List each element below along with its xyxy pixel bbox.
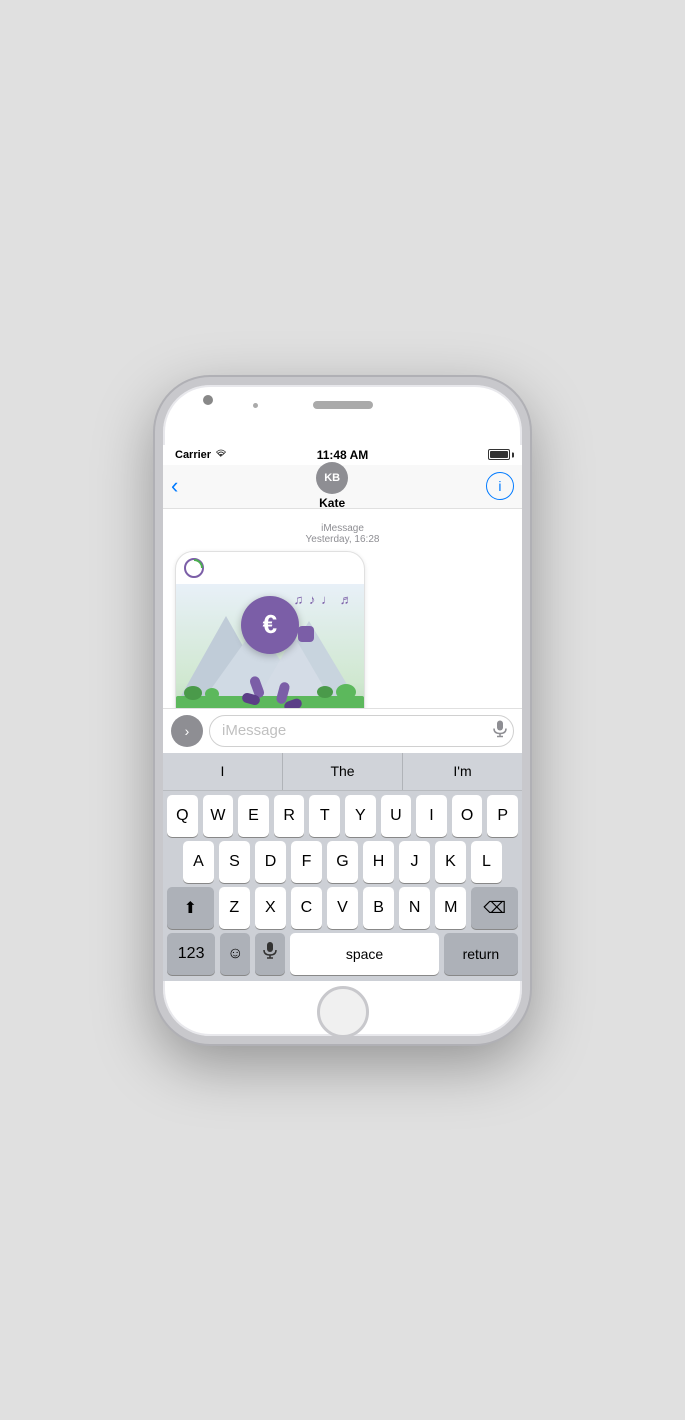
status-left: Carrier: [175, 449, 227, 461]
key-r[interactable]: R: [274, 795, 305, 837]
key-u[interactable]: U: [381, 795, 412, 837]
date-label: Yesterday, 16:28: [175, 534, 510, 545]
keyboard-row-1: Q W E R T Y U I O P: [163, 791, 522, 837]
autocomplete-item-0[interactable]: I: [163, 753, 283, 790]
contact-avatar: KB: [316, 462, 348, 494]
emoji-button[interactable]: ☺: [220, 933, 250, 975]
info-button[interactable]: i: [486, 472, 514, 500]
autocomplete-text-2: I'm: [453, 763, 471, 779]
phone-frame: Carrier 11:48 AM ‹: [155, 377, 530, 1044]
key-a[interactable]: A: [183, 841, 214, 883]
keyboard-row-2: A S D F G H J K L: [163, 837, 522, 883]
mic-icon[interactable]: [493, 720, 507, 741]
key-x[interactable]: X: [255, 887, 286, 929]
messages-area: iMessage Yesterday, 16:28: [163, 509, 522, 708]
carrier-label: Carrier: [175, 449, 211, 461]
battery-fill: [490, 451, 508, 458]
phone-dots: [253, 403, 258, 408]
circle-pay-header: [176, 552, 364, 584]
key-m[interactable]: M: [435, 887, 466, 929]
key-p[interactable]: P: [487, 795, 518, 837]
return-label: return: [463, 946, 500, 962]
key-y[interactable]: Y: [345, 795, 376, 837]
phone-dot-1: [253, 403, 258, 408]
input-area: › iMessage: [163, 708, 522, 753]
euro-icon: €: [241, 596, 299, 654]
autocomplete-text-0: I: [221, 763, 225, 779]
keyboard: Q W E R T Y U I O P A S D F G H J K: [163, 791, 522, 981]
key-d[interactable]: D: [255, 841, 286, 883]
received-bubble: € ♫ ♪ ♩ ♬ Here's €30.00! Tap to pickup.: [175, 551, 365, 708]
nav-bar: ‹ KB Kate i: [163, 465, 522, 509]
info-icon: i: [498, 478, 501, 494]
key-c[interactable]: C: [291, 887, 322, 929]
phone-top-bar: [163, 385, 522, 445]
timestamp-service: iMessage Yesterday, 16:28: [175, 523, 510, 545]
phone-camera: [203, 395, 213, 405]
autocomplete-text-1: The: [330, 763, 354, 779]
key-g[interactable]: G: [327, 841, 358, 883]
key-t[interactable]: T: [309, 795, 340, 837]
home-button[interactable]: [317, 986, 369, 1038]
autocomplete-item-2[interactable]: I'm: [403, 753, 522, 790]
service-label: iMessage: [175, 523, 510, 534]
return-button[interactable]: return: [444, 933, 518, 975]
back-button[interactable]: ‹: [171, 473, 178, 499]
message-input[interactable]: iMessage: [209, 715, 514, 747]
key-e[interactable]: E: [238, 795, 269, 837]
expand-button[interactable]: ›: [171, 715, 203, 747]
keyboard-row-3: ⬆ Z X C V B N M ⌫: [163, 883, 522, 929]
key-o[interactable]: O: [452, 795, 483, 837]
status-time: 11:48 AM: [317, 448, 369, 462]
circle-pay-bubble[interactable]: € ♫ ♪ ♩ ♬ Here's €30.00! Tap to pickup.: [175, 551, 365, 708]
expand-icon: ›: [185, 723, 190, 739]
screen: Carrier 11:48 AM ‹: [163, 445, 522, 981]
autocomplete-bar: I The I'm: [163, 753, 522, 791]
key-q[interactable]: Q: [167, 795, 198, 837]
dictation-icon: [263, 942, 277, 965]
key-k[interactable]: K: [435, 841, 466, 883]
delete-icon: ⌫: [483, 898, 506, 918]
input-placeholder: iMessage: [222, 722, 286, 739]
contact-initials: KB: [324, 472, 340, 484]
nav-center[interactable]: KB Kate: [316, 462, 348, 510]
keyboard-row-4: 123 ☺ space: [163, 929, 522, 981]
numbers-button[interactable]: 123: [167, 933, 215, 975]
music-notes: ♫ ♪ ♩ ♬: [294, 592, 354, 607]
key-z[interactable]: Z: [219, 887, 250, 929]
back-chevron-icon: ‹: [171, 473, 178, 499]
dictation-button[interactable]: [255, 933, 285, 975]
space-button[interactable]: space: [290, 933, 439, 975]
shift-button[interactable]: ⬆: [167, 887, 214, 929]
numbers-label: 123: [178, 945, 205, 963]
key-h[interactable]: H: [363, 841, 394, 883]
key-w[interactable]: W: [203, 795, 234, 837]
key-n[interactable]: N: [399, 887, 430, 929]
key-v[interactable]: V: [327, 887, 358, 929]
phone-speaker: [313, 401, 373, 409]
circle-pay-icon: [184, 558, 204, 578]
key-j[interactable]: J: [399, 841, 430, 883]
shift-icon: ⬆: [184, 898, 197, 918]
circle-pay-image: € ♫ ♪ ♩ ♬: [176, 584, 364, 708]
delete-button[interactable]: ⌫: [471, 887, 518, 929]
key-s[interactable]: S: [219, 841, 250, 883]
key-f[interactable]: F: [291, 841, 322, 883]
battery-icon: [488, 449, 510, 460]
wifi-icon: [215, 449, 227, 461]
emoji-icon: ☺: [227, 945, 243, 963]
space-label: space: [346, 946, 383, 962]
key-b[interactable]: B: [363, 887, 394, 929]
autocomplete-item-1[interactable]: The: [283, 753, 403, 790]
key-i[interactable]: I: [416, 795, 447, 837]
status-right: [488, 449, 510, 460]
key-l[interactable]: L: [471, 841, 502, 883]
